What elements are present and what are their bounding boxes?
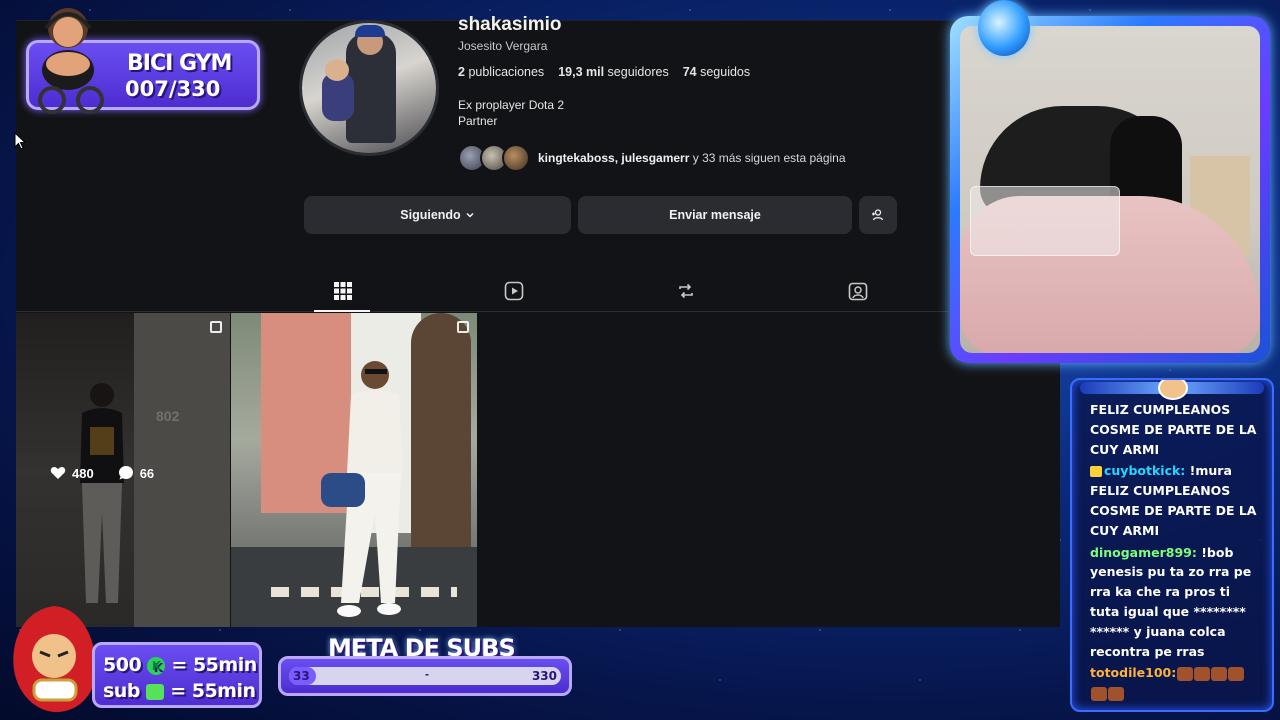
post-person xyxy=(321,361,403,617)
meta-current: 33 xyxy=(293,669,310,683)
following-label: seguidos xyxy=(700,65,751,79)
followers-stat[interactable]: 19,3 mil seguidores xyxy=(558,65,669,79)
cam-glass xyxy=(970,186,1120,256)
suggest-user-button[interactable] xyxy=(859,196,897,234)
sub-label: sub xyxy=(103,680,140,702)
meta-subs-progress: 33 - 330 xyxy=(278,656,572,696)
tagged-icon[interactable] xyxy=(847,280,869,302)
carousel-icon xyxy=(210,321,222,333)
following-button-label: Siguiendo xyxy=(400,208,461,222)
tabs-divider xyxy=(16,311,948,312)
chat-message: totodile100: xyxy=(1090,663,1260,703)
comments-stat: 66 xyxy=(118,465,154,481)
profile-username: shakasimio xyxy=(458,14,562,35)
webcam-frame xyxy=(950,16,1270,363)
bio-line-1: Ex proplayer Dota 2 xyxy=(458,98,565,112)
chat-message-text: FELIZ CUMPLEANOS COSME DE PARTE DE LA CU… xyxy=(1090,402,1257,457)
kicks-amount: 500 xyxy=(103,654,142,676)
webcam-feed xyxy=(960,26,1260,353)
followed-by-names: kingtekaboss, julesgamerr xyxy=(538,151,690,165)
follower-avatar xyxy=(502,144,530,172)
likes-count: 480 xyxy=(72,465,94,481)
potion-orb-decoration xyxy=(978,0,1030,56)
mouse-cursor-icon xyxy=(14,132,26,150)
instagram-profile-page: shakasimio Josesito Vergara 2 publicacio… xyxy=(16,14,1060,627)
hamster-icon xyxy=(1158,380,1188,400)
grid-icon[interactable] xyxy=(332,280,354,302)
heart-icon xyxy=(50,466,66,479)
kicks-rate-value: = 55min xyxy=(171,654,257,676)
subs-rates-box: 500 K = 55min sub = 55min xyxy=(92,642,262,708)
posts-stat: 2 publicaciones xyxy=(458,65,544,79)
followed-by-text: kingtekaboss, julesgamerr y 33 más sigue… xyxy=(538,151,846,165)
likes-stat: 480 xyxy=(50,466,94,481)
chat-message: cuybotkick: !mura FELIZ CUMPLEANOS COSME… xyxy=(1090,461,1260,540)
post-thumbnail[interactable] xyxy=(231,313,477,627)
followers-label: seguidores xyxy=(607,65,669,79)
emote-icon xyxy=(1091,686,1107,701)
chat-username[interactable]: totodile100: xyxy=(1090,665,1176,680)
posts-label: publicaciones xyxy=(468,65,545,79)
post-hover-stats: 480 66 xyxy=(50,465,154,481)
stream-chat: FELIZ CUMPLEANOS COSME DE PARTE DE LA CU… xyxy=(1070,378,1274,712)
post-thumbnail[interactable]: 802 480 66 xyxy=(16,313,230,627)
emote-icon xyxy=(1177,666,1194,681)
chat-message-text: !bob yenesis pu ta zo rra pe rra ka che … xyxy=(1090,544,1252,659)
chat-username[interactable]: cuybotkick: xyxy=(1104,463,1185,478)
bio-line-2: Partner xyxy=(458,114,498,128)
followed-by[interactable]: kingtekaboss, julesgamerr y 33 más sigue… xyxy=(458,144,846,172)
bici-gym-count: 007/330 xyxy=(125,77,221,101)
active-tab-indicator xyxy=(314,310,370,312)
emote-icon xyxy=(1211,666,1228,681)
carousel-icon xyxy=(457,321,469,333)
followed-by-rest: y 33 más siguen esta página xyxy=(689,151,846,165)
following-stat[interactable]: 74 seguidos xyxy=(683,65,750,79)
meta-separator: - xyxy=(425,667,429,681)
bici-gym-title: BICI GYM xyxy=(127,51,232,76)
following-button[interactable]: Siguiendo xyxy=(304,196,571,234)
repost-icon[interactable] xyxy=(675,280,697,302)
chevron-down-icon xyxy=(466,212,474,218)
sub-rate: sub = 55min xyxy=(103,680,256,702)
chat-message: dinogamer899: !bob yenesis pu ta zo rra … xyxy=(1090,543,1260,662)
chat-username[interactable]: dinogamer899: xyxy=(1090,545,1197,560)
gift-icon xyxy=(146,683,165,700)
meta-target: 330 xyxy=(531,669,557,683)
emote-icon xyxy=(1194,666,1211,681)
comments-count: 66 xyxy=(139,465,155,481)
posts-count: 2 xyxy=(458,65,465,79)
profile-full-name: Josesito Vergara xyxy=(458,39,548,53)
avatar-cap xyxy=(355,25,385,37)
profile-stats: 2 publicaciones 19,3 mil seguidores 74 s… xyxy=(458,65,750,79)
following-count: 74 xyxy=(682,65,697,79)
send-message-button[interactable]: Enviar mensaje xyxy=(578,196,852,234)
sub-rate-value: = 55min xyxy=(170,680,256,702)
dragon-mascot-icon xyxy=(13,606,97,712)
add-user-icon xyxy=(872,209,884,221)
chat-message: FELIZ CUMPLEANOS COSME DE PARTE DE LA CU… xyxy=(1090,400,1260,459)
kick-coin-icon: K xyxy=(147,656,166,675)
reels-icon[interactable] xyxy=(503,280,525,302)
comment-icon xyxy=(118,466,133,480)
crown-badge-icon xyxy=(1090,466,1102,478)
send-message-label: Enviar mensaje xyxy=(669,208,761,222)
emote-icon xyxy=(1108,686,1124,701)
kicks-rate: 500 K = 55min xyxy=(103,654,257,676)
cyclist-mascot-icon xyxy=(38,8,104,114)
emote-icon xyxy=(1228,666,1245,681)
avatar-figure-child-head xyxy=(325,59,349,81)
followers-count: 19,3 mil xyxy=(558,65,605,79)
profile-avatar[interactable] xyxy=(299,20,439,156)
